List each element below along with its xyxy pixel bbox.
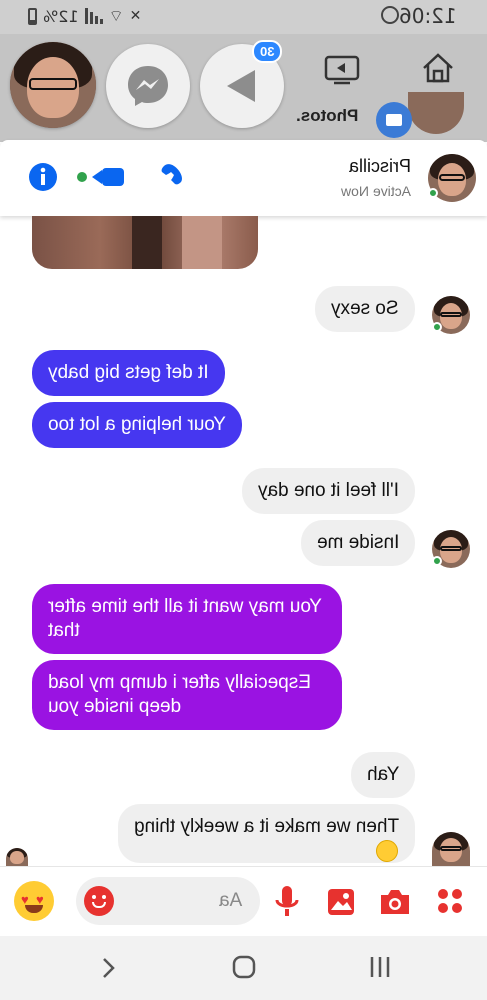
message-bubble[interactable]: Then we make it a weekly thing bbox=[117, 804, 415, 863]
battery-percent: 12% bbox=[43, 6, 79, 26]
emoji-icon[interactable] bbox=[84, 886, 114, 916]
message-text: Then we make it a weekly thing bbox=[133, 816, 399, 837]
message-text: It def gets big baby bbox=[48, 362, 209, 383]
clock: 12:06 bbox=[399, 4, 457, 28]
unread-count: 30 bbox=[260, 44, 275, 59]
comment-icon bbox=[376, 102, 412, 138]
send-icon bbox=[227, 70, 255, 102]
composer-bar: ♥ ♥ Aa bbox=[0, 866, 487, 936]
message-placeholder: Aa bbox=[218, 890, 242, 911]
online-indicator bbox=[428, 188, 438, 198]
contact-name: Priscilla bbox=[348, 156, 411, 176]
contact-info[interactable]: Priscilla Active Now bbox=[341, 156, 411, 199]
apps-icon[interactable] bbox=[436, 887, 464, 915]
alarm-icon bbox=[381, 6, 399, 24]
status-bar: 12% ⌔ ✕ 12:06 bbox=[0, 0, 487, 34]
message-avatar bbox=[432, 832, 470, 866]
message-bubble[interactable]: Especially after i dump my load deep ins… bbox=[32, 660, 342, 730]
mic-icon[interactable] bbox=[274, 884, 300, 920]
mute-icon: ✕ bbox=[129, 8, 142, 24]
message-bubble[interactable]: It def gets big baby bbox=[32, 350, 225, 396]
message-bubble[interactable]: Yah bbox=[350, 752, 415, 798]
behind-post-avatar bbox=[408, 92, 464, 134]
video-call-icon[interactable] bbox=[74, 166, 126, 188]
photos-text: Photos. bbox=[296, 106, 359, 125]
info-icon[interactable] bbox=[28, 162, 58, 192]
status-left: 12% ⌔ ✕ bbox=[28, 6, 141, 26]
message-text: Especially after i dump my load deep ins… bbox=[48, 672, 311, 717]
read-receipt-avatar bbox=[6, 848, 28, 866]
clock-wrap: 12:06 bbox=[399, 4, 457, 28]
recents-icon[interactable] bbox=[368, 954, 392, 980]
message-bubble[interactable]: Inside me bbox=[300, 520, 415, 566]
gallery-icon[interactable] bbox=[326, 887, 356, 917]
back-icon[interactable] bbox=[98, 956, 118, 980]
signal-icon bbox=[84, 8, 103, 24]
chat-head-priscilla[interactable] bbox=[10, 42, 96, 128]
wifi-icon: ⌔ bbox=[108, 6, 124, 25]
phone-icon[interactable] bbox=[158, 162, 188, 192]
video-tab-icon[interactable] bbox=[322, 48, 362, 88]
unread-badge: 30 bbox=[252, 40, 283, 63]
message-bubble[interactable]: You may want it all the time after that bbox=[32, 584, 342, 654]
message-bubble[interactable]: So sexy bbox=[315, 286, 415, 332]
camera-icon[interactable] bbox=[378, 887, 412, 917]
message-text: Yah bbox=[366, 764, 399, 785]
battery-icon bbox=[28, 7, 37, 25]
send-chat-head[interactable]: 30 bbox=[200, 40, 284, 128]
kiss-emoji-icon bbox=[376, 840, 398, 862]
home-icon[interactable] bbox=[418, 48, 458, 88]
home-nav-icon[interactable] bbox=[231, 954, 257, 980]
message-text: Inside me bbox=[316, 532, 399, 553]
conversation-header: Priscilla Active Now bbox=[0, 140, 487, 216]
message-text: I'll feel it one day bbox=[258, 480, 399, 501]
message-text: Your helping a lot too bbox=[48, 414, 226, 435]
online-indicator bbox=[432, 556, 442, 566]
message-bubble[interactable]: Your helping a lot too bbox=[32, 402, 242, 448]
system-nav-bar bbox=[0, 936, 487, 1000]
heart-eyes-icon[interactable]: ♥ ♥ bbox=[14, 881, 54, 921]
message-bubble[interactable]: I'll feel it one day bbox=[242, 468, 415, 514]
online-indicator bbox=[432, 322, 442, 332]
messenger-icon bbox=[128, 66, 168, 106]
chat-head-avatar bbox=[10, 42, 96, 128]
contact-status: Active Now bbox=[340, 183, 411, 199]
message-text: You may want it all the time after that bbox=[48, 596, 322, 641]
photo-message[interactable] bbox=[32, 216, 258, 269]
messenger-chat-head[interactable] bbox=[106, 44, 190, 128]
message-text: So sexy bbox=[331, 298, 399, 319]
message-input[interactable]: Aa bbox=[76, 877, 260, 925]
